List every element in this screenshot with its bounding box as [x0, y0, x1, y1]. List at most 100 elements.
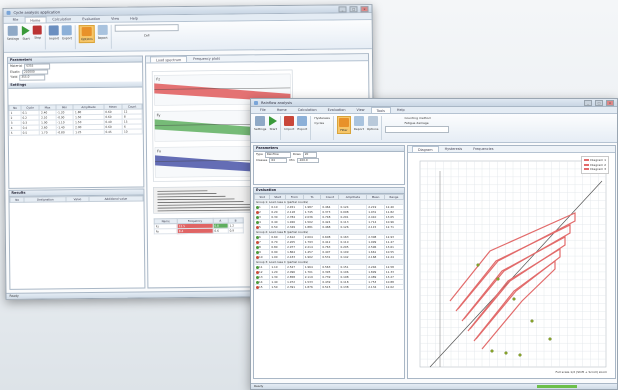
- cell: 2.134: [366, 284, 385, 290]
- table-row[interactable]: 5 0.5 1.70 -0.80 1.25 0.45 10: [9, 128, 143, 135]
- slot-value: 7: [259, 240, 261, 244]
- app-logo-icon: [6, 10, 11, 15]
- filter-button[interactable]: Filter: [336, 116, 351, 134]
- ribbon-group-data: Import Export: [284, 116, 312, 140]
- tab-help[interactable]: Help: [125, 15, 143, 21]
- slot-value: 8: [259, 245, 261, 249]
- tab-view[interactable]: View: [352, 107, 370, 113]
- col-header[interactable]: No: [9, 197, 25, 203]
- options-icon: [367, 116, 378, 126]
- tab-evaluation[interactable]: Evaluation: [323, 107, 351, 113]
- cell: 10: [122, 128, 143, 134]
- ribbon-group-run: Settings Start Stop: [6, 25, 47, 50]
- close-button[interactable]: ×: [606, 99, 614, 106]
- stop-icon: [32, 25, 43, 35]
- cell: 0.5: [21, 129, 40, 135]
- tab-home[interactable]: Home: [24, 16, 47, 23]
- tab-load-spectrum[interactable]: Load spectrum: [149, 56, 188, 63]
- play-icon: [21, 25, 31, 36]
- tab-tools[interactable]: Tools: [370, 107, 391, 113]
- classes-field[interactable]: 64: [269, 157, 288, 163]
- options-button[interactable]: Options: [78, 24, 95, 44]
- field-label: Rows: [292, 152, 301, 157]
- slot-value: 1: [259, 205, 261, 209]
- cell: 2.391: [285, 284, 304, 290]
- cell: 0.515: [320, 284, 340, 290]
- report-button[interactable]: Report: [353, 116, 364, 131]
- slot-value: 5: [259, 225, 261, 229]
- import-button[interactable]: Import: [48, 25, 59, 40]
- chart-footer: Full scale 1/2 (Shift + Scroll) zoom: [555, 369, 607, 374]
- minimize-button[interactable]: _: [584, 99, 592, 106]
- option-fatigue-damage[interactable]: Fatigue damage: [404, 121, 430, 126]
- export-icon: [61, 25, 73, 36]
- tab-view[interactable]: View: [106, 16, 124, 22]
- cycle-marker: [548, 337, 552, 341]
- stop-button[interactable]: Stop: [32, 25, 43, 40]
- tab-diagram[interactable]: Diagram: [412, 146, 439, 152]
- front-statusbar: Ready: [251, 383, 617, 389]
- maximize-button[interactable]: □: [595, 99, 603, 106]
- col-header[interactable]: Additional value: [88, 195, 144, 202]
- cell-label: Cell: [143, 33, 150, 38]
- tab-frequencies[interactable]: Frequencies: [468, 146, 498, 152]
- yield-field[interactable]: 355.0: [19, 74, 46, 81]
- slot-value: 15: [259, 285, 263, 289]
- band-label: Fx: [157, 149, 161, 153]
- tab-evaluation[interactable]: Evaluation: [77, 16, 105, 22]
- cycle-marker: [490, 349, 494, 353]
- start-button[interactable]: Start: [21, 25, 31, 41]
- tab-hysteresis[interactable]: Hysteresis: [440, 146, 468, 152]
- import-icon: [284, 116, 295, 126]
- tab-calculation[interactable]: Calculation: [293, 107, 322, 113]
- tab-file[interactable]: File: [8, 17, 24, 23]
- tab-calculation[interactable]: Calculation: [47, 16, 76, 22]
- field-label: Yield: [10, 75, 18, 80]
- back-ribbon: Settings Start Stop Import Export Option…: [3, 20, 372, 53]
- back-results-panel: Results No Designation Value Additional …: [8, 188, 146, 290]
- close-button[interactable]: ×: [360, 5, 369, 12]
- settings-button[interactable]: Settings: [7, 25, 19, 41]
- slot-value: 3: [259, 215, 261, 219]
- start-button[interactable]: Start: [269, 116, 278, 131]
- tab-home[interactable]: Home: [272, 107, 292, 113]
- report-button[interactable]: Report: [97, 24, 108, 40]
- tab-file[interactable]: File: [255, 107, 271, 113]
- options-button[interactable]: Options: [367, 116, 378, 131]
- cell: 1.876: [302, 284, 322, 290]
- progress-field: [385, 126, 450, 133]
- cell: -0.80: [55, 129, 74, 135]
- gear-icon: [255, 116, 266, 126]
- slot-value: 4: [259, 220, 261, 224]
- export-button[interactable]: Export: [61, 25, 73, 40]
- slot-value: 12: [259, 270, 263, 274]
- ribbon-group-cell: Cell: [114, 24, 182, 49]
- col-header[interactable]: Value: [66, 196, 89, 202]
- tab-help[interactable]: Help: [392, 107, 410, 113]
- option-cycles[interactable]: Cycles: [314, 121, 330, 126]
- minimize-button[interactable]: _: [338, 5, 347, 12]
- field-label: Min: [289, 157, 295, 162]
- col-header[interactable]: Designation: [24, 196, 67, 203]
- rainflow-diagram: [419, 160, 607, 368]
- tab-frequency-plots[interactable]: Frequency plots: [188, 56, 225, 62]
- field-label: Type: [256, 152, 263, 157]
- front-app-window: Rainflow analysis _ □ × File Home Calcul…: [250, 98, 618, 390]
- frequency-table: Name Frequency A B Fz 12.5 0.8 1.2 Fy 8.…: [154, 217, 244, 234]
- slot-value: 6: [259, 235, 261, 239]
- min-field[interactable]: -100.0: [296, 157, 319, 163]
- front-parameters-panel: Parameters Type Rainflow Rows 20 Classes…: [253, 145, 405, 185]
- export-button[interactable]: Export: [297, 116, 308, 131]
- cycle-marker: [496, 277, 500, 281]
- cycle-marker: [530, 319, 534, 323]
- play-icon: [269, 116, 278, 126]
- ribbon-group-run: Settings Start: [254, 116, 282, 140]
- report-icon: [353, 116, 364, 126]
- table-row[interactable]: Fy 8.4 0.6 0.9: [154, 227, 244, 234]
- cell-field[interactable]: [114, 24, 179, 32]
- import-button[interactable]: Import: [284, 116, 295, 131]
- slot-value: 10: [259, 255, 263, 259]
- settings-button[interactable]: Settings: [254, 116, 266, 131]
- table-row[interactable]: 15 1.50 2.391 1.876 0.515 0.138 2.134 12.02: [254, 284, 404, 290]
- maximize-button[interactable]: □: [349, 5, 358, 12]
